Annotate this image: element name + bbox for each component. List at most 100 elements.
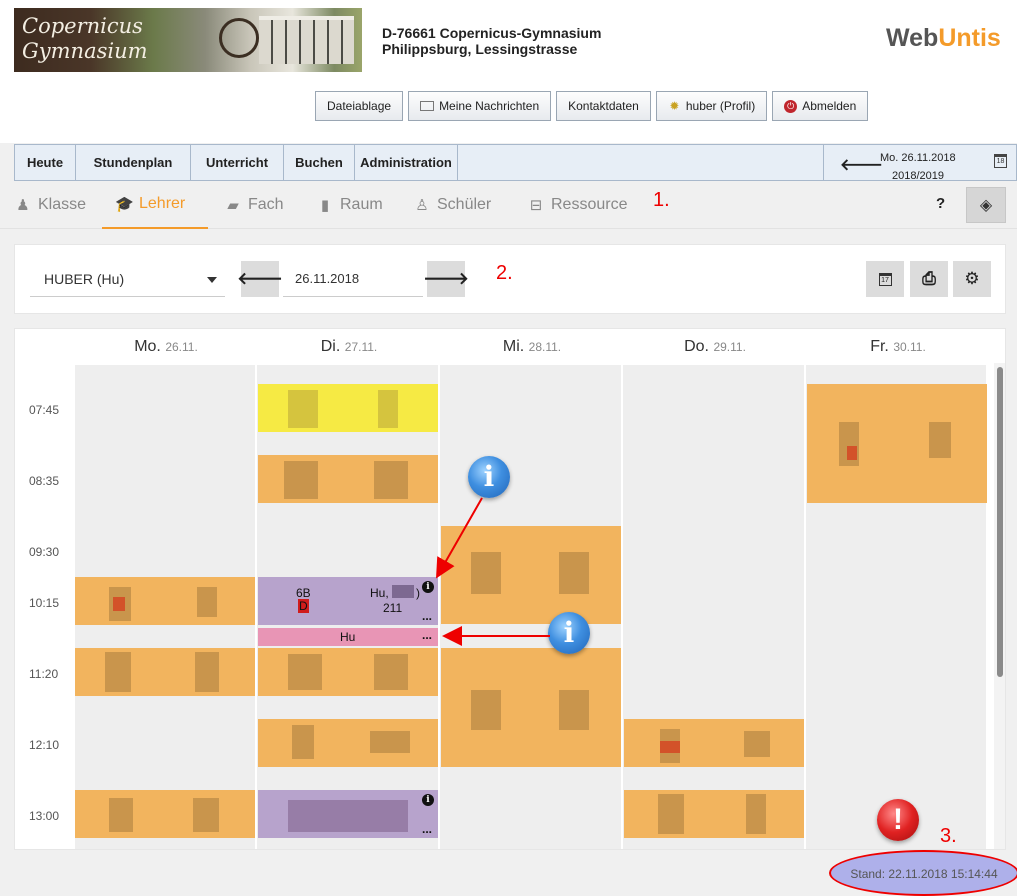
lesson-card[interactable]: i ...: [258, 790, 438, 838]
calendar-button[interactable]: 17: [866, 261, 904, 297]
eye-slash-icon: ◈: [979, 197, 993, 214]
more-icon[interactable]: ...: [422, 822, 432, 836]
projector-icon: ⊟: [529, 197, 543, 214]
tab-raum-label: Raum: [340, 196, 383, 213]
lesson-card[interactable]: [441, 648, 621, 767]
tab-schueler[interactable]: ♙ Schüler: [413, 181, 491, 229]
day-date: 28.11.: [528, 340, 562, 354]
day-name: Fr.: [870, 338, 889, 355]
student-icon: ♙: [415, 197, 429, 214]
info-callout-icon: i: [548, 612, 590, 654]
info-callout-icon: i: [468, 456, 510, 498]
tab-ressource-label: Ressource: [551, 196, 628, 213]
timetable-toolbar: HUBER (Hu) 🡐 26.11.2018 🡒 2. 17 ⎙ ⚙: [14, 244, 1006, 314]
nav-calendar-icon[interactable]: 18: [994, 154, 1007, 168]
files-button[interactable]: Dateiablage: [315, 91, 404, 121]
tab-ressource[interactable]: ⊟ Ressource: [527, 181, 628, 229]
school-name-line2: Philippsburg, Lessingstrasse: [382, 41, 578, 57]
profile-button[interactable]: ✹ huber (Profil): [655, 91, 768, 121]
day-header-mo: Mo. 26.11.: [75, 338, 257, 362]
logo-text: Copernicus Gymnasium: [22, 14, 148, 63]
help-button[interactable]: ?: [936, 195, 945, 212]
brand-untis: Untis: [938, 24, 1001, 52]
caret-down-icon: [207, 277, 217, 283]
nav-current-date[interactable]: Mo. 26.11.2018: [880, 152, 956, 164]
lesson-card[interactable]: [807, 384, 987, 503]
day-header-mi: Mi. 28.11.: [441, 338, 623, 362]
door-icon: ▮: [320, 197, 330, 214]
tab-fach-label: Fach: [248, 196, 284, 213]
lesson-card[interactable]: [624, 790, 804, 838]
nav-buchen[interactable]: Buchen: [284, 145, 355, 180]
event-label: Hu: [340, 630, 356, 644]
nav-administration[interactable]: Administration: [355, 145, 458, 180]
lesson-card[interactable]: [258, 455, 438, 503]
files-button-label: Dateiablage: [327, 99, 392, 113]
tab-klasse[interactable]: ♟ Klasse: [14, 181, 86, 229]
arrow-left-icon: 🡐: [237, 269, 283, 288]
annotation-2: 2.: [496, 262, 513, 284]
settings-button[interactable]: ⚙: [953, 261, 991, 297]
tab-lehrer[interactable]: 🎓 Lehrer: [102, 181, 208, 229]
messages-button[interactable]: Meine Nachrichten: [408, 91, 552, 121]
lesson-card[interactable]: [624, 719, 804, 767]
profile-button-label: huber (Profil): [685, 99, 756, 113]
nav-unterricht[interactable]: Unterricht: [191, 145, 284, 180]
more-icon[interactable]: ...: [422, 609, 432, 623]
lesson-card[interactable]: [75, 577, 255, 625]
logout-button[interactable]: ⏻ Abmelden: [772, 91, 869, 121]
mail-icon: [420, 101, 435, 111]
more-icon[interactable]: ...: [422, 628, 432, 642]
print-icon: ⎙: [922, 269, 936, 288]
column-separator: [438, 365, 440, 849]
lesson-room: 211: [383, 601, 403, 615]
teacher-select[interactable]: HUBER (Hu): [30, 261, 225, 297]
day-date: 27.11.: [344, 340, 378, 354]
day-date: 26.11.: [165, 340, 198, 354]
nav-heute[interactable]: Heute: [15, 145, 76, 180]
lesson-card[interactable]: [441, 526, 621, 624]
scrollbar-thumb[interactable]: [997, 367, 1003, 677]
nav-stundenplan[interactable]: Stundenplan: [76, 145, 191, 180]
lesson-card-selected[interactable]: 6B D Hu, ) 211 i ...: [258, 577, 438, 625]
print-button[interactable]: ⎙: [910, 261, 948, 297]
webuntis-brand: WebUntis: [886, 24, 1001, 53]
time-label: 13:00: [29, 809, 60, 823]
lesson-card[interactable]: [258, 648, 438, 696]
lesson-card[interactable]: [258, 384, 438, 432]
date-input[interactable]: 26.11.2018: [283, 261, 423, 297]
column-separator: [804, 365, 806, 849]
tab-fach[interactable]: ▰ Fach: [224, 181, 284, 229]
timetable-scrollbar[interactable]: [994, 363, 1005, 849]
day-header-fr: Fr. 30.11.: [807, 338, 989, 362]
event-card[interactable]: Hu ...: [258, 628, 438, 646]
brand-web: Web: [886, 24, 939, 52]
teacher-select-value: HUBER (Hu): [44, 271, 125, 287]
day-name: Mo.: [134, 338, 161, 355]
lesson-teacher: Hu,: [370, 586, 389, 600]
lesson-teacher-suffix: ): [416, 586, 420, 600]
info-icon[interactable]: i: [422, 794, 434, 806]
nav-prev-arrow-icon[interactable]: 🡐: [840, 154, 883, 175]
lesson-card[interactable]: [75, 790, 255, 838]
timetable-grid: 6B D Hu, ) 211 i ... Hu ... i ...: [75, 365, 987, 849]
time-label: 11:20: [29, 667, 59, 681]
eye-slash-button[interactable]: ◈: [966, 187, 1006, 223]
contact-button[interactable]: Kontaktdaten: [556, 91, 651, 121]
time-label: 09:30: [29, 545, 60, 559]
school-name: D-76661 Copernicus-Gymnasium Philippsbur…: [382, 25, 601, 57]
day-name: Do.: [684, 338, 709, 355]
next-week-button[interactable]: 🡒: [423, 261, 469, 297]
graduation-cap-icon: 🎓: [115, 196, 134, 213]
day-date: 30.11.: [893, 340, 926, 354]
school-logo: Copernicus Gymnasium: [14, 8, 362, 72]
tab-raum[interactable]: ▮ Raum: [316, 181, 383, 229]
time-label: 12:10: [29, 738, 60, 752]
column-separator: [621, 365, 623, 849]
lesson-card[interactable]: [258, 719, 438, 767]
lesson-card[interactable]: [75, 648, 255, 696]
prev-week-button[interactable]: 🡐: [237, 261, 283, 297]
header: Copernicus Gymnasium D-76661 Copernicus-…: [0, 0, 1017, 143]
info-icon[interactable]: i: [422, 581, 434, 593]
tab-lehrer-label: Lehrer: [139, 195, 186, 212]
